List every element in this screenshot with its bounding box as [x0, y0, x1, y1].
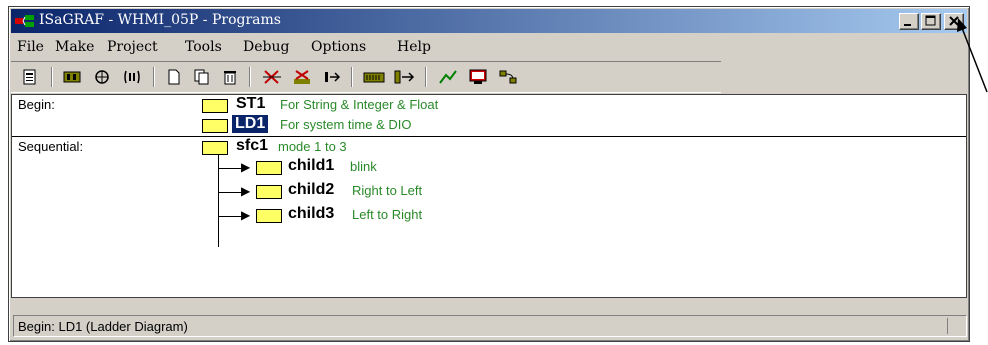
ld-program-icon[interactable]: [202, 119, 228, 133]
delete-button[interactable]: [219, 68, 241, 86]
toolbar: [11, 61, 721, 93]
menu-make[interactable]: Make: [55, 39, 94, 55]
minimize-icon: [904, 24, 911, 26]
debug-icon: [439, 70, 457, 84]
tree-arrow-icon: ▶: [241, 160, 251, 174]
program-sfc1[interactable]: sfc1: [236, 137, 268, 155]
verify-icon: [294, 70, 310, 84]
new-program-icon: [168, 69, 180, 85]
program-child2-comment: Right to Left: [352, 183, 423, 198]
program-ld1-comment: For system time & DIO: [280, 117, 412, 132]
sfc-program-icon[interactable]: [256, 161, 282, 175]
isagraf-app-icon[interactable]: [14, 13, 36, 29]
menu-project[interactable]: Project: [107, 39, 158, 55]
program-child1-comment: blink: [350, 159, 377, 174]
begin-section-label: Begin:: [18, 97, 55, 112]
sfc-program-icon[interactable]: [202, 141, 228, 155]
menu-debug[interactable]: Debug: [243, 39, 289, 55]
program-child2[interactable]: child2: [288, 181, 334, 199]
section-divider: [12, 136, 966, 137]
io-connection-button[interactable]: [91, 68, 113, 86]
program-child3-comment: Left to Right: [352, 207, 423, 222]
st-program-icon[interactable]: [202, 99, 228, 113]
status-text: Begin: LD1 (Ladder Diagram): [18, 319, 188, 334]
maximize-icon: [925, 15, 936, 26]
compile-button[interactable]: [261, 68, 283, 86]
dictionary-icon: [63, 71, 81, 83]
verify-button[interactable]: [291, 68, 313, 86]
delete-icon: [224, 71, 236, 85]
minimize-button[interactable]: [899, 13, 919, 30]
program-st1[interactable]: ST1: [236, 95, 265, 113]
sfc-program-icon[interactable]: [256, 209, 282, 223]
menu-bar: File Make Project Tools Debug Options He…: [11, 35, 967, 59]
sequential-section-label: Sequential:: [18, 139, 84, 154]
status-bar: Begin: LD1 (Ladder Diagram): [13, 315, 967, 337]
variables-icon: [124, 70, 140, 84]
menu-file[interactable]: File: [17, 39, 44, 55]
io-button[interactable]: [393, 68, 415, 86]
dictionary-button[interactable]: [61, 68, 83, 86]
menu-tools[interactable]: Tools: [185, 39, 222, 55]
compile-icon: [263, 70, 281, 84]
window-title: ISaGRAF - WHMI_05P - Programs: [39, 12, 281, 28]
program-sfc1-comment: mode 1 to 3: [278, 139, 347, 154]
program-st1-comment: For String & Integer & Float: [280, 97, 439, 112]
new-program-button[interactable]: [163, 68, 185, 86]
download-button[interactable]: [497, 68, 519, 86]
program-child1[interactable]: child1: [288, 157, 334, 175]
tree-arrow-icon: ▶: [241, 208, 251, 222]
title-bar[interactable]: ISaGRAF - WHMI_05P - Programs: [11, 9, 967, 33]
link-button[interactable]: [321, 68, 343, 86]
io-connection-icon: [95, 70, 109, 84]
menu-options[interactable]: Options: [311, 39, 366, 55]
properties-icon: [23, 69, 36, 85]
pointer-arrow-icon: [957, 18, 988, 93]
program-ld1[interactable]: LD1: [232, 115, 269, 133]
link-icon: [325, 72, 341, 82]
simulate-button[interactable]: [467, 68, 489, 86]
program-child3[interactable]: child3: [288, 205, 334, 223]
download-icon: [499, 70, 517, 84]
copy-icon: [194, 69, 209, 85]
keyboard-button[interactable]: [363, 68, 385, 86]
tree-arrow-icon: ▶: [241, 184, 251, 198]
properties-button[interactable]: [19, 68, 41, 86]
maximize-button[interactable]: [921, 13, 941, 30]
menu-help[interactable]: Help: [397, 39, 431, 55]
variables-button[interactable]: [121, 68, 143, 86]
simulate-icon: [469, 69, 487, 84]
status-pane: [947, 318, 964, 334]
program-list-panel[interactable]: Begin: ST1 For String & Integer & Float …: [11, 94, 967, 298]
copy-button[interactable]: [191, 68, 213, 86]
isagraf-window: ISaGRAF - WHMI_05P - Programs File Make …: [8, 6, 970, 342]
debug-button[interactable]: [437, 68, 459, 86]
sfc-program-icon[interactable]: [256, 185, 282, 199]
io-icon: [394, 70, 415, 84]
keyboard-icon: [363, 72, 385, 83]
